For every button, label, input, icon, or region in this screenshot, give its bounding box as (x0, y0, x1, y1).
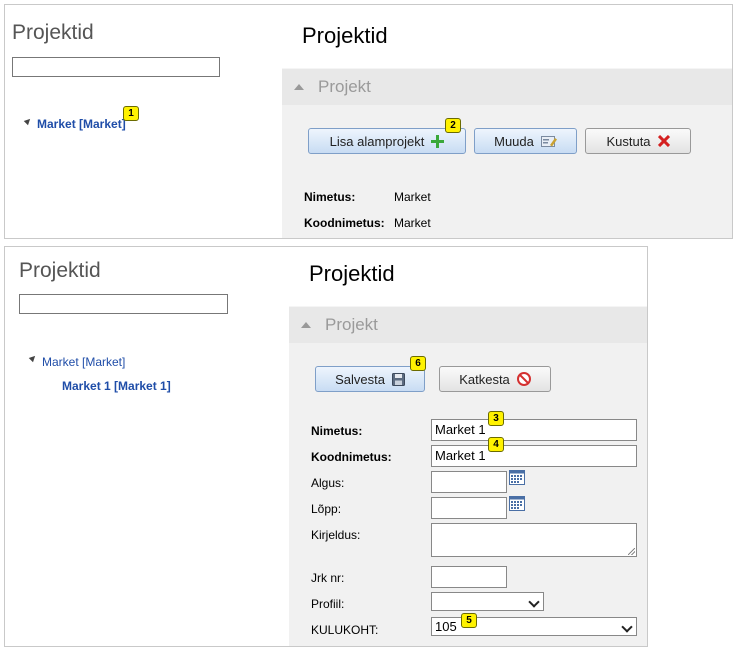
description-label: Kirjeldus: (311, 528, 361, 542)
resize-grip-icon[interactable] (628, 548, 635, 555)
profile-select[interactable] (431, 592, 544, 611)
section-header[interactable]: Projekt (289, 306, 647, 343)
name-value: Market (394, 190, 431, 204)
sidebar-title: Projektid (19, 259, 101, 282)
floppy-disk-icon (391, 372, 405, 386)
project-section: Projekt Lisa alamprojekt 2 Muuda Kustuta… (282, 68, 732, 238)
collapse-triangle-icon[interactable] (294, 84, 304, 90)
project-form-section: Projekt Salvesta 6 Katkesta Nimetus: Mar… (289, 306, 647, 646)
add-subproject-label: Lisa alamprojekt (329, 133, 425, 149)
order-input[interactable] (431, 566, 507, 588)
tree-expand-icon[interactable] (23, 116, 33, 126)
code-label: Koodnimetus: (311, 450, 392, 464)
tree-search-input[interactable] (12, 57, 220, 77)
main-title: Projektid (309, 261, 395, 286)
bottom-panel: Projektid Market [Market] Market 1 [Mark… (4, 246, 648, 647)
cancel-button[interactable]: Katkesta (439, 366, 551, 392)
tree-item-market-1[interactable]: Market 1 [Market 1] (62, 379, 171, 393)
code-input[interactable]: Market 1 (431, 445, 637, 467)
annotation-badge-4: 4 (488, 437, 504, 452)
costcenter-value: 105 (435, 619, 457, 634)
calendar-icon[interactable] (509, 496, 525, 511)
cancel-label: Katkesta (459, 371, 510, 387)
annotation-badge-1: 1 (123, 106, 139, 121)
save-button[interactable]: Salvesta (315, 366, 425, 392)
delete-button[interactable]: Kustuta (585, 128, 691, 154)
tree-expand-icon[interactable] (28, 353, 38, 363)
tree-item-market[interactable]: Market [Market] (42, 355, 125, 369)
sidebar-title: Projektid (12, 21, 94, 44)
save-label: Salvesta (335, 371, 385, 387)
section-header[interactable]: Projekt (282, 68, 732, 105)
start-date-input[interactable] (431, 471, 507, 493)
plus-icon (431, 134, 445, 148)
start-label: Algus: (311, 476, 345, 490)
chevron-down-icon (528, 596, 540, 608)
costcenter-label: KULUKOHT: (311, 623, 379, 637)
code-value: Market (394, 216, 431, 230)
annotation-badge-5: 5 (461, 613, 477, 628)
main-title: Projektid (302, 23, 388, 48)
order-label: Jrk nr: (311, 571, 345, 585)
collapse-triangle-icon[interactable] (301, 322, 311, 328)
section-label: Projekt (325, 315, 378, 334)
name-label: Nimetus: (304, 190, 356, 204)
edit-icon (540, 135, 557, 147)
name-input[interactable]: Market 1 (431, 419, 637, 441)
code-label: Koodnimetus: (304, 216, 385, 230)
annotation-badge-2: 2 (445, 118, 461, 133)
edit-button[interactable]: Muuda (474, 128, 577, 154)
chevron-down-icon (621, 621, 633, 633)
name-label: Nimetus: (311, 424, 363, 438)
end-date-input[interactable] (431, 497, 507, 519)
add-subproject-button[interactable]: Lisa alamprojekt (308, 128, 466, 154)
end-label: Lõpp: (311, 502, 342, 516)
cancel-icon (516, 372, 531, 386)
annotation-badge-3: 3 (488, 411, 504, 426)
delete-x-icon (657, 135, 670, 147)
tree-item-market[interactable]: Market [Market] (37, 117, 126, 131)
calendar-icon[interactable] (509, 470, 525, 485)
top-panel: Projektid Market [Market] 1 Projektid Pr… (4, 4, 733, 239)
edit-label: Muuda (494, 133, 534, 149)
profile-label: Profiil: (311, 597, 345, 611)
delete-label: Kustuta (606, 133, 651, 149)
annotation-badge-6: 6 (410, 356, 426, 371)
tree-search-input[interactable] (19, 294, 228, 314)
description-textarea[interactable] (431, 523, 637, 557)
section-label: Projekt (318, 77, 371, 96)
